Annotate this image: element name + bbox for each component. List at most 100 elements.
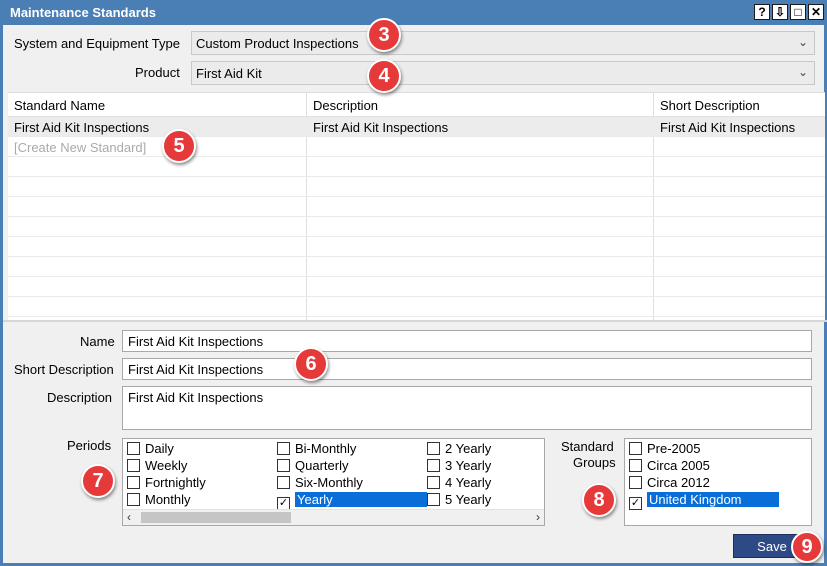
create-new-standard-row[interactable]: [Create New Standard] bbox=[8, 137, 825, 157]
column-header-short-description[interactable]: Short Description bbox=[660, 98, 760, 113]
periods-label: Periods bbox=[67, 438, 112, 453]
product-label: Product bbox=[135, 65, 180, 80]
splitter[interactable] bbox=[3, 320, 827, 322]
system-equipment-type-select[interactable]: Custom Product Inspections ⌄ bbox=[191, 31, 815, 55]
maintenance-standards-window: Maintenance Standards ? ⇩ □ ✕ System and… bbox=[0, 0, 827, 566]
period-2-yearly-checkbox[interactable]: 2 Yearly bbox=[427, 441, 491, 458]
maximize-icon[interactable]: □ bbox=[790, 4, 806, 20]
period-3-yearly-checkbox[interactable]: 3 Yearly bbox=[427, 458, 491, 475]
checkbox-icon bbox=[427, 459, 440, 472]
checkbox-icon bbox=[629, 476, 642, 489]
short-description-field[interactable]: First Aid Kit Inspections bbox=[122, 358, 812, 380]
checkbox-icon bbox=[127, 476, 140, 489]
group-pre-2005-checkbox[interactable]: Pre-2005 bbox=[629, 441, 700, 458]
period-label: 3 Yearly bbox=[445, 458, 492, 473]
name-field[interactable]: First Aid Kit Inspections bbox=[122, 330, 812, 352]
standard-groups-label-line2: Groups bbox=[573, 455, 616, 470]
table-row bbox=[8, 157, 825, 177]
group-label: Circa 2012 bbox=[647, 475, 710, 490]
group-united-kingdom-checkbox[interactable]: ✓ United Kingdom bbox=[629, 492, 779, 510]
group-circa-2005-checkbox[interactable]: Circa 2005 bbox=[629, 458, 710, 475]
title-bar: Maintenance Standards ? ⇩ □ ✕ bbox=[3, 0, 827, 25]
table-row bbox=[8, 177, 825, 197]
period-4-yearly-checkbox[interactable]: 4 Yearly bbox=[427, 475, 491, 492]
checkbox-icon bbox=[427, 493, 440, 506]
period-label: Daily bbox=[145, 441, 174, 456]
scroll-right-icon[interactable]: › bbox=[536, 510, 540, 524]
description-textarea[interactable]: First Aid Kit Inspections bbox=[122, 386, 812, 430]
checkbox-icon bbox=[427, 476, 440, 489]
callout-badge-4: 4 bbox=[367, 59, 401, 93]
system-equipment-type-value: Custom Product Inspections bbox=[196, 36, 359, 51]
period-label: Six-Monthly bbox=[295, 475, 363, 490]
checkbox-icon bbox=[629, 459, 642, 472]
period-fortnightly-checkbox[interactable]: Fortnightly bbox=[127, 475, 206, 492]
period-weekly-checkbox[interactable]: Weekly bbox=[127, 458, 187, 475]
table-row bbox=[8, 277, 825, 297]
chevron-down-icon: ⌄ bbox=[797, 65, 808, 79]
scroll-left-icon[interactable]: ‹ bbox=[127, 510, 131, 524]
group-label: Pre-2005 bbox=[647, 441, 701, 456]
period-label: Monthly bbox=[145, 492, 191, 507]
period-six-monthly-checkbox[interactable]: Six-Monthly bbox=[277, 475, 363, 492]
period-label: 5 Yearly bbox=[445, 492, 492, 507]
callout-badge-3: 3 bbox=[367, 18, 401, 52]
column-header-standard-name[interactable]: Standard Name bbox=[14, 98, 105, 113]
name-field-value: First Aid Kit Inspections bbox=[128, 334, 264, 349]
period-monthly-checkbox[interactable]: Monthly bbox=[127, 492, 191, 509]
period-bi-monthly-checkbox[interactable]: Bi-Monthly bbox=[277, 441, 356, 458]
table-row bbox=[8, 257, 825, 277]
grid-header: Standard Name Description Short Descript… bbox=[8, 93, 825, 117]
checkbox-icon bbox=[277, 442, 290, 455]
period-label: Fortnightly bbox=[145, 475, 206, 490]
group-circa-2012-checkbox[interactable]: Circa 2012 bbox=[629, 475, 710, 492]
description-label: Description bbox=[47, 390, 113, 405]
column-header-description[interactable]: Description bbox=[313, 98, 378, 113]
cell-standard-name: First Aid Kit Inspections bbox=[14, 120, 150, 135]
period-label: Weekly bbox=[145, 458, 188, 473]
scrollbar-thumb[interactable] bbox=[141, 512, 291, 523]
product-select[interactable]: First Aid Kit ⌄ bbox=[191, 61, 815, 85]
product-value: First Aid Kit bbox=[196, 66, 262, 81]
cell-short-description: First Aid Kit Inspections bbox=[660, 120, 796, 135]
download-icon[interactable]: ⇩ bbox=[772, 4, 788, 20]
standard-groups-list[interactable]: Pre-2005 Circa 2005 Circa 2012 ✓ United K… bbox=[624, 438, 812, 526]
callout-badge-8: 8 bbox=[582, 483, 616, 517]
callout-badge-5: 5 bbox=[162, 129, 196, 163]
callout-badge-6: 6 bbox=[294, 347, 328, 381]
help-icon[interactable]: ? bbox=[754, 4, 770, 20]
window-title: Maintenance Standards bbox=[10, 5, 156, 20]
period-label: Quarterly bbox=[295, 458, 349, 473]
periods-list[interactable]: Daily Weekly Fortnightly Monthly Bi-Mont… bbox=[122, 438, 545, 526]
table-row[interactable]: First Aid Kit Inspections First Aid Kit … bbox=[8, 117, 825, 137]
checkbox-icon bbox=[127, 459, 140, 472]
checkmark-icon: ✓ bbox=[629, 497, 642, 510]
chevron-down-icon: ⌄ bbox=[797, 35, 808, 49]
callout-badge-9: 9 bbox=[791, 531, 823, 563]
period-quarterly-checkbox[interactable]: Quarterly bbox=[277, 458, 348, 475]
standard-groups-label-line1: Standard bbox=[561, 439, 614, 454]
checkbox-icon bbox=[127, 442, 140, 455]
table-row bbox=[8, 217, 825, 237]
checkbox-icon bbox=[277, 459, 290, 472]
cell-description: First Aid Kit Inspections bbox=[313, 120, 449, 135]
close-icon[interactable]: ✕ bbox=[808, 4, 824, 20]
group-label: Circa 2005 bbox=[647, 458, 710, 473]
short-description-field-value: First Aid Kit Inspections bbox=[128, 362, 264, 377]
table-row bbox=[8, 297, 825, 317]
table-row bbox=[8, 237, 825, 257]
table-row bbox=[8, 197, 825, 217]
period-label-selected: Yearly bbox=[295, 492, 427, 507]
standards-grid: Standard Name Description Short Descript… bbox=[8, 92, 825, 320]
period-daily-checkbox[interactable]: Daily bbox=[127, 441, 174, 458]
checkbox-icon bbox=[427, 442, 440, 455]
period-label: 2 Yearly bbox=[445, 441, 492, 456]
callout-badge-7: 7 bbox=[81, 464, 115, 498]
period-5-yearly-checkbox[interactable]: 5 Yearly bbox=[427, 492, 491, 509]
horizontal-scrollbar[interactable]: ‹ › bbox=[123, 509, 544, 525]
period-yearly-checkbox[interactable]: ✓ Yearly bbox=[277, 492, 427, 510]
name-label: Name bbox=[80, 334, 115, 349]
checkbox-icon bbox=[629, 442, 642, 455]
create-new-standard-link[interactable]: [Create New Standard] bbox=[14, 140, 146, 155]
checkbox-icon bbox=[277, 476, 290, 489]
